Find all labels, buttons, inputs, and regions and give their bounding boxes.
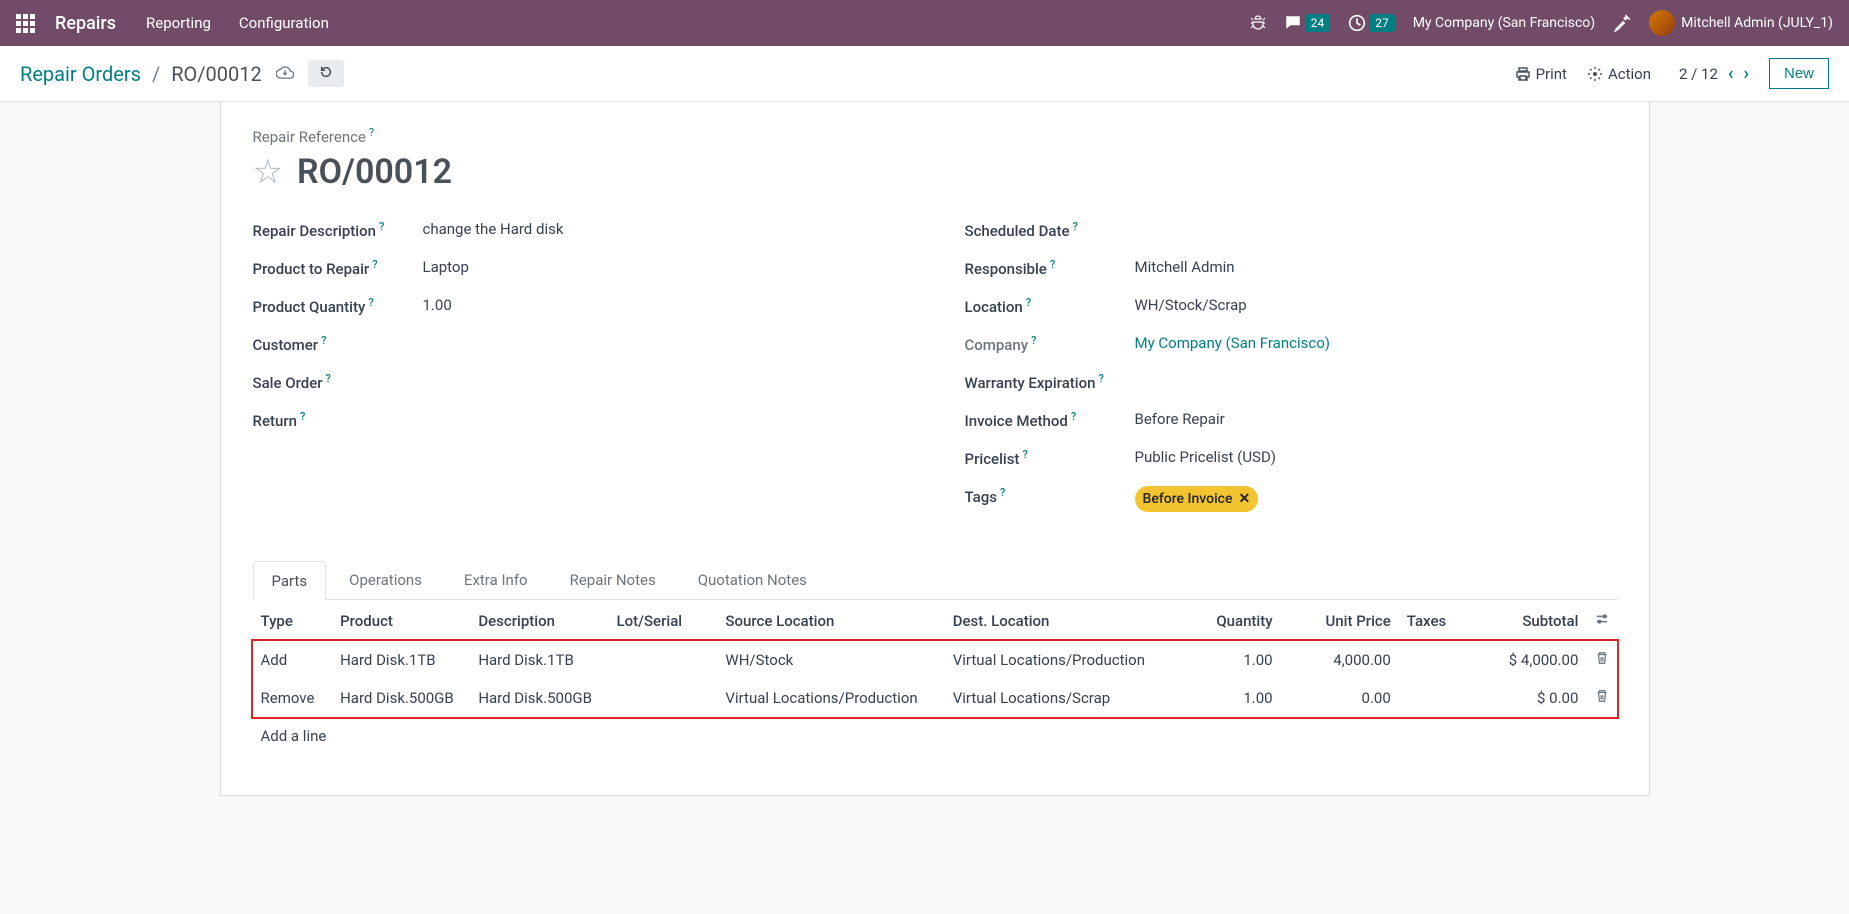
help-icon[interactable]: ? <box>321 334 326 347</box>
form-scroll[interactable]: Repair Reference? ☆ RO/00012 Repair Desc… <box>0 102 1849 914</box>
label-sale-order: Sale Order? <box>253 372 423 392</box>
th-source[interactable]: Source Location <box>717 600 944 641</box>
tab-operations[interactable]: Operations <box>330 560 441 599</box>
pager-prev[interactable]: ‹ <box>1728 63 1734 84</box>
help-icon[interactable]: ? <box>1073 220 1078 233</box>
table-row[interactable]: Remove Hard Disk.500GB Hard Disk.500GB V… <box>253 679 1617 717</box>
messages-badge: 24 <box>1305 14 1331 32</box>
menu-configuration[interactable]: Configuration <box>239 14 329 32</box>
value-invoice-method[interactable]: Before Repair <box>1135 410 1225 428</box>
help-icon[interactable]: ? <box>369 126 374 139</box>
debug-icon[interactable] <box>1250 15 1266 31</box>
tag-pill[interactable]: Before Invoice✕ <box>1135 486 1259 512</box>
label-product-to-repair: Product to Repair? <box>253 258 423 278</box>
value-tags[interactable]: Before Invoice✕ <box>1135 486 1259 512</box>
value-repair-description[interactable]: change the Hard disk <box>423 220 564 238</box>
tab-repair-notes[interactable]: Repair Notes <box>551 560 675 599</box>
activities-badge: 27 <box>1369 14 1395 32</box>
help-icon[interactable]: ? <box>1026 296 1031 309</box>
th-product[interactable]: Product <box>332 600 470 641</box>
tabs: Parts Operations Extra Info Repair Notes… <box>253 560 1617 600</box>
delete-row-icon[interactable] <box>1595 689 1609 707</box>
th-description[interactable]: Description <box>470 600 608 641</box>
activities-icon[interactable]: 27 <box>1348 14 1395 32</box>
label-tags: Tags? <box>965 486 1135 506</box>
ref-label: Repair Reference? <box>253 126 1617 146</box>
th-dest[interactable]: Dest. Location <box>945 600 1172 641</box>
help-icon[interactable]: ? <box>1071 410 1076 423</box>
delete-row-icon[interactable] <box>1595 651 1609 669</box>
breadcrumb: Repair Orders / RO/00012 <box>20 62 262 86</box>
messages-icon[interactable]: 24 <box>1284 14 1331 32</box>
th-lot[interactable]: Lot/Serial <box>609 600 718 641</box>
th-type[interactable]: Type <box>253 600 333 641</box>
help-icon[interactable]: ? <box>326 372 331 385</box>
label-scheduled-date: Scheduled Date? <box>965 220 1135 240</box>
tab-quotation-notes[interactable]: Quotation Notes <box>679 560 826 599</box>
control-bar: Repair Orders / RO/00012 Print Action 2 … <box>0 46 1849 102</box>
user-menu[interactable]: Mitchell Admin (JULY_1) <box>1649 10 1833 36</box>
settings-icon[interactable] <box>1613 14 1631 32</box>
help-icon[interactable]: ? <box>1031 334 1036 347</box>
user-name: Mitchell Admin (JULY_1) <box>1681 15 1833 31</box>
help-icon[interactable]: ? <box>1022 448 1027 461</box>
top-nav: Repairs Reporting Configuration 24 27 My… <box>0 0 1849 46</box>
table-row[interactable]: Add Hard Disk.1TB Hard Disk.1TB WH/Stock… <box>253 641 1617 680</box>
discard-icon[interactable] <box>308 60 344 87</box>
form-right-col: Scheduled Date? Responsible?Mitchell Adm… <box>965 220 1617 530</box>
new-button[interactable]: New <box>1769 58 1829 89</box>
label-invoice-method: Invoice Method? <box>965 410 1135 430</box>
label-product-quantity: Product Quantity? <box>253 296 423 316</box>
value-product-to-repair[interactable]: Laptop <box>423 258 469 276</box>
print-button[interactable]: Print <box>1515 65 1567 83</box>
value-location[interactable]: WH/Stock/Scrap <box>1135 296 1247 314</box>
help-icon[interactable]: ? <box>1050 258 1055 271</box>
label-responsible: Responsible? <box>965 258 1135 278</box>
menu-reporting[interactable]: Reporting <box>146 14 211 32</box>
breadcrumb-root[interactable]: Repair Orders <box>20 62 141 86</box>
label-location: Location? <box>965 296 1135 316</box>
help-icon[interactable]: ? <box>368 296 373 309</box>
value-product-quantity[interactable]: 1.00 <box>423 296 452 314</box>
apps-icon[interactable] <box>16 14 35 33</box>
help-icon[interactable]: ? <box>1098 372 1103 385</box>
priority-star-icon[interactable]: ☆ <box>253 152 283 192</box>
th-price[interactable]: Unit Price <box>1281 600 1399 641</box>
help-icon[interactable]: ? <box>300 410 305 423</box>
avatar <box>1649 10 1675 36</box>
label-pricelist: Pricelist? <box>965 448 1135 468</box>
help-icon[interactable]: ? <box>372 258 377 271</box>
app-brand[interactable]: Repairs <box>55 13 116 34</box>
tab-parts[interactable]: Parts <box>253 561 327 600</box>
company-selector[interactable]: My Company (San Francisco) <box>1413 15 1595 31</box>
label-customer: Customer? <box>253 334 423 354</box>
form-sheet: Repair Reference? ☆ RO/00012 Repair Desc… <box>220 102 1650 796</box>
add-line-button[interactable]: Add a line <box>253 717 1617 755</box>
help-icon[interactable]: ? <box>379 220 384 233</box>
label-warranty: Warranty Expiration? <box>965 372 1135 392</box>
value-pricelist[interactable]: Public Pricelist (USD) <box>1135 448 1277 466</box>
pager-next[interactable]: › <box>1744 63 1749 84</box>
breadcrumb-current: RO/00012 <box>171 62 262 86</box>
label-return: Return? <box>253 410 423 430</box>
label-company: Company? <box>965 334 1135 354</box>
parts-table: Type Product Description Lot/Serial Sour… <box>253 600 1617 755</box>
th-settings[interactable] <box>1586 600 1616 641</box>
th-qty[interactable]: Quantity <box>1172 600 1281 641</box>
th-subtotal[interactable]: Subtotal <box>1459 600 1587 641</box>
form-left-col: Repair Description?change the Hard disk … <box>253 220 905 530</box>
tag-remove-icon[interactable]: ✕ <box>1238 491 1250 507</box>
cloud-save-icon[interactable] <box>276 64 294 83</box>
value-company[interactable]: My Company (San Francisco) <box>1135 334 1330 352</box>
pager-text[interactable]: 2 / 12 <box>1679 65 1718 83</box>
help-icon[interactable]: ? <box>1000 486 1005 499</box>
th-taxes[interactable]: Taxes <box>1399 600 1459 641</box>
label-repair-description: Repair Description? <box>253 220 423 240</box>
page-title[interactable]: RO/00012 <box>297 152 452 192</box>
action-button[interactable]: Action <box>1587 65 1651 83</box>
value-responsible[interactable]: Mitchell Admin <box>1135 258 1235 276</box>
tab-extra-info[interactable]: Extra Info <box>445 560 547 599</box>
